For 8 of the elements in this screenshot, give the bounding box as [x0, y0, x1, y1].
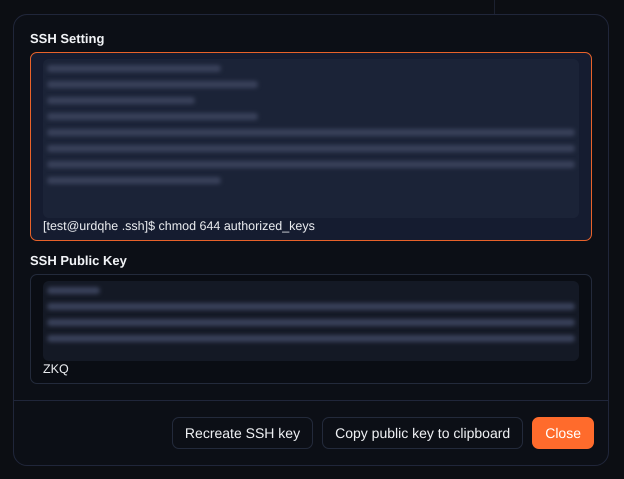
terminal-text: [test@urdqhe .ssh]$ chmod 644 authorized_keys	[43, 218, 316, 234]
field-label: SSH Public Key	[30, 253, 128, 268]
field-label: SSH Setting	[30, 31, 106, 46]
action-button[interactable]: Copy public key to clipboard	[322, 417, 524, 449]
text-area[interactable]: [test@urdqhe .ssh]$ chmod 644 authorized_keys	[30, 52, 592, 241]
text-area[interactable]: ZKQ	[30, 274, 592, 384]
action-button[interactable]: Recreate SSH key	[172, 417, 314, 449]
terminal-text: ZKQ	[43, 361, 70, 377]
